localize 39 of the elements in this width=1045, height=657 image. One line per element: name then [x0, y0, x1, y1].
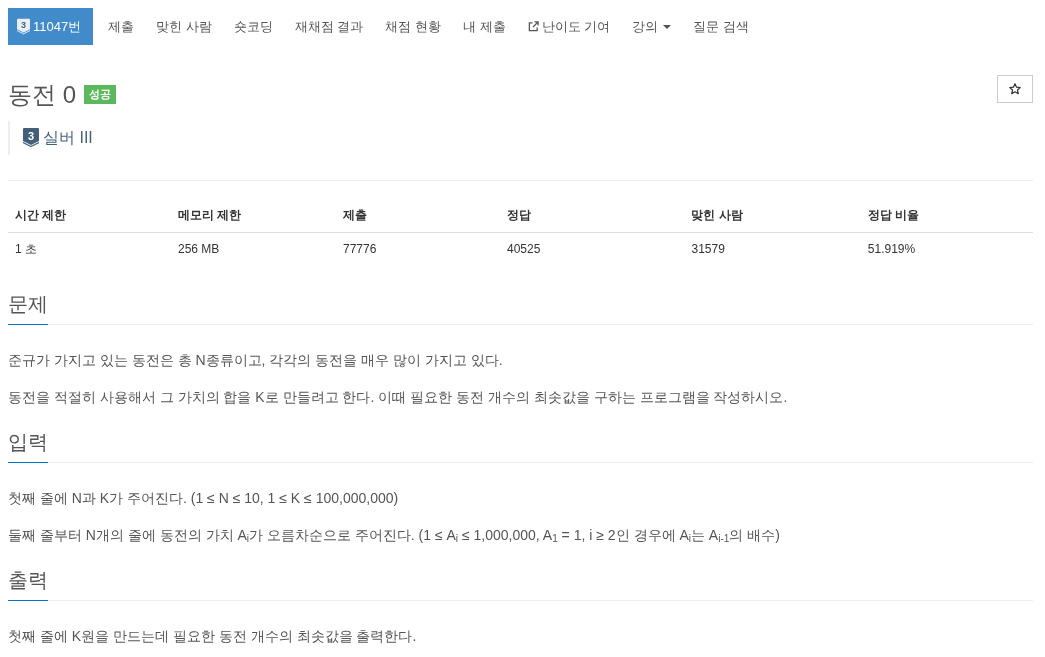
table-cell: 31579 — [684, 232, 861, 266]
nav-tab[interactable]: 강의 — [621, 8, 683, 45]
statement-paragraph: 첫째 줄에 N과 K가 주어진다. (1 ≤ N ≤ 10, 1 ≤ K ≤ 100,000,000) — [8, 489, 400, 508]
column-header: 정답 — [500, 197, 685, 233]
nav-tab[interactable]: 난이도 기여 — [516, 8, 622, 45]
favorite-button[interactable] — [997, 75, 1033, 103]
table-cell: 51.919% — [860, 232, 1033, 266]
shield-icon: 3 — [23, 127, 39, 147]
table-cell: 40525 — [500, 232, 685, 266]
column-header: 메모리 제한 — [170, 197, 336, 233]
star-icon — [1009, 83, 1021, 95]
table-cell: 77776 — [336, 232, 500, 266]
section-heading: 출력 — [8, 568, 48, 601]
nav-tab[interactable]: 내 제출 — [452, 8, 517, 45]
column-header: 맞힌 사람 — [684, 197, 861, 233]
result-badge: 성공 — [84, 85, 116, 105]
nav-tab[interactable]: 숏코딩 — [222, 8, 284, 45]
nav-tab[interactable]: 맞힌 사람 — [145, 8, 223, 45]
nav-tab[interactable]: 질문 검색 — [682, 8, 760, 45]
external-link-icon — [527, 21, 539, 32]
section-heading: 문제 — [8, 292, 48, 325]
table-cell: 1 초 — [8, 232, 171, 266]
column-header: 제출 — [336, 197, 500, 233]
table-cell: 256 MB — [170, 232, 336, 266]
shield-icon: 3 — [17, 18, 30, 35]
statement-paragraph: 동전을 적절히 사용해서 그 가치의 합을 K로 만들려고 한다. 이때 필요한 동전 개수의 최솟값을 구하는 프로그램을 작성하시오. — [8, 388, 789, 407]
column-header: 정답 비율 — [860, 197, 1033, 233]
column-header: 시간 제한 — [8, 197, 171, 233]
nav-tab[interactable]: 재채점 결과 — [283, 8, 375, 45]
statement-paragraph: 준규가 가지고 있는 동전은 총 N종류이고, 각각의 동전을 매우 많이 가지고 있다. — [8, 351, 504, 370]
problem-title: 동전 0 — [8, 81, 76, 110]
statement-paragraph: 첫째 줄에 K원을 만드는데 필요한 동전 개수의 최솟값을 출력한다. — [8, 627, 418, 646]
nav-tab[interactable]: 채점 현황 — [374, 8, 453, 45]
nav-tab[interactable]: 제출 — [97, 8, 146, 45]
section-heading: 입력 — [8, 430, 48, 463]
nav-tab[interactable]: 3 11047번 — [8, 8, 94, 45]
statement-paragraph: 둘째 줄부터 N개의 줄에 동전의 가치 A$_{i}$가 오름차순으로 주어진다. (1 ≤ A$_{i}$ ≤ 1,000,000, A$_{1}$ = 1, i ≥ 2인 경우에 A$_{i}$는 A$_{i-1}$의 배수) — [8, 526, 781, 546]
tier-label: 실버 III — [43, 127, 93, 147]
caret-icon — [663, 24, 672, 29]
